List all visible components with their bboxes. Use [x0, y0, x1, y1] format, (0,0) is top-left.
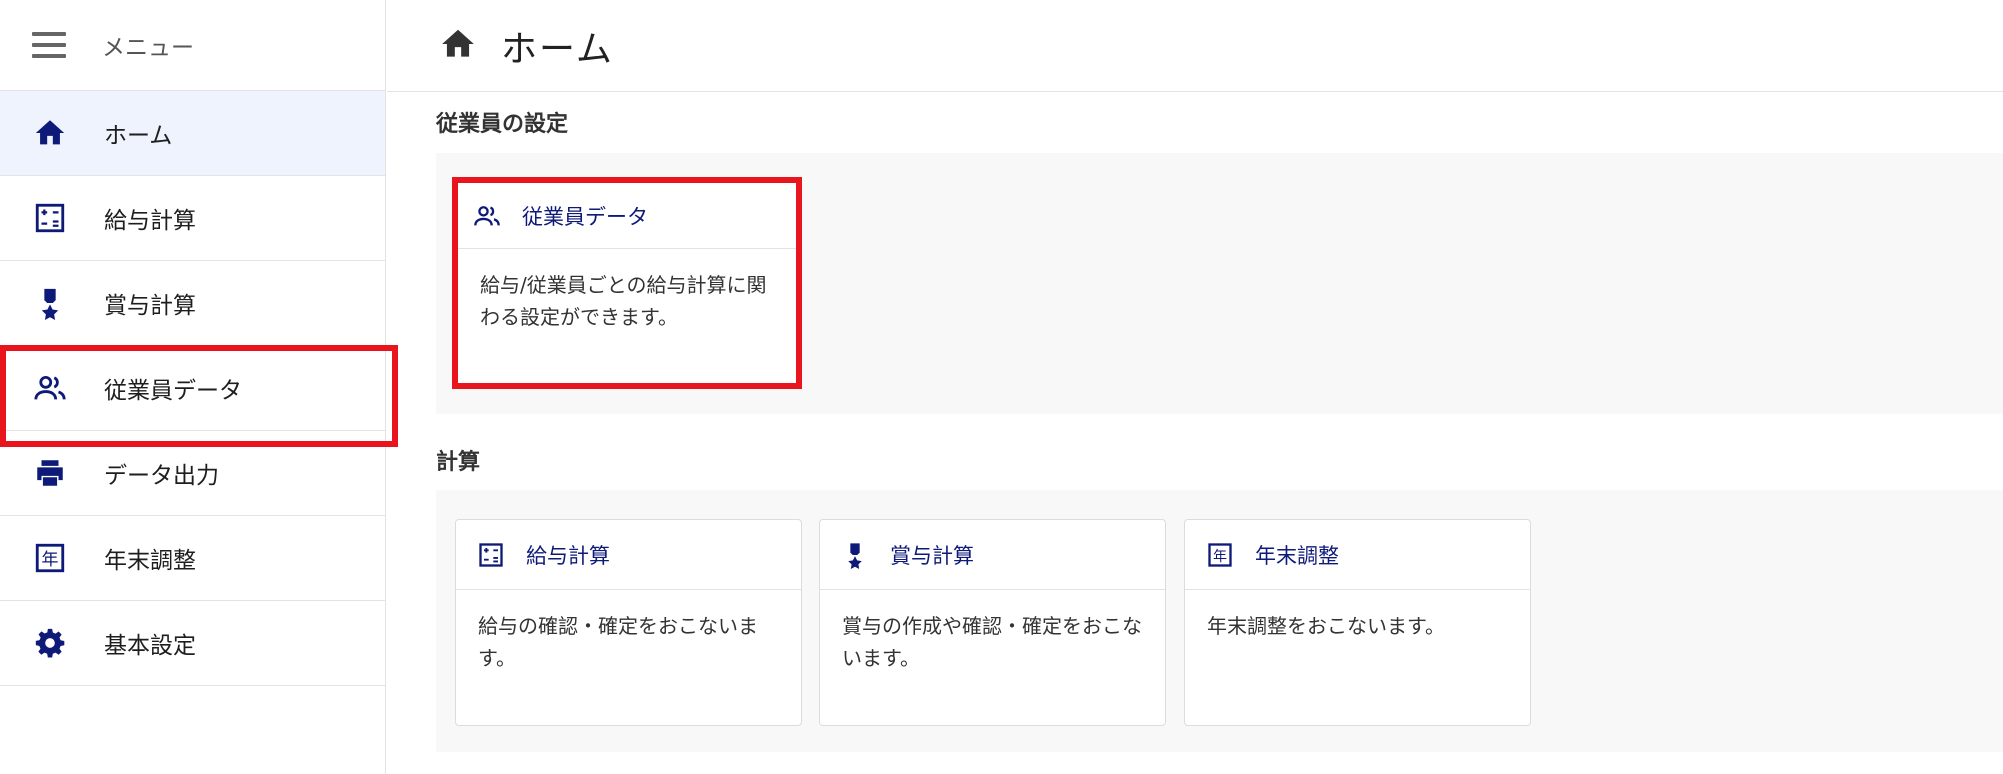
card-description: 給与/従業員ごとの給与計算に関わる設定ができます。: [480, 273, 767, 329]
medal-icon: [840, 540, 870, 570]
sidebar-item-label: データ出力: [104, 463, 219, 489]
people-icon: [472, 201, 502, 231]
card-header: 賞与計算: [820, 520, 1165, 590]
card-header: 従業員データ: [458, 183, 796, 249]
sidebar-item-settings[interactable]: 基本設定: [0, 601, 385, 686]
section-title-employee: 従業員の設定: [436, 112, 569, 137]
card-title: 給与計算: [526, 543, 610, 568]
section-employee: 従業員データ 給与/従業員ごとの給与計算に関わる設定ができます。: [436, 153, 2003, 414]
sidebar-item-label: 賞与計算: [104, 293, 196, 319]
card-description: 給与の確認・確定をおこないます。: [478, 614, 758, 670]
section-title-calc: 計算: [436, 450, 481, 475]
card-title: 従業員データ: [522, 204, 648, 229]
card-title: 年末調整: [1255, 543, 1339, 568]
sidebar-item-label: 基本設定: [104, 633, 196, 659]
menu-header: メニュー: [0, 0, 385, 91]
hamburger-menu-icon[interactable]: [32, 32, 66, 58]
sidebar-item-label: ホーム: [104, 123, 173, 149]
card-year-end[interactable]: 年 年末調整 年末調整をおこないます。: [1184, 519, 1531, 726]
home-icon: [32, 115, 68, 151]
sidebar-item-home[interactable]: ホーム: [0, 91, 385, 176]
card-payroll[interactable]: 給与計算 給与の確認・確定をおこないます。: [455, 519, 802, 726]
year-icon: 年: [1205, 540, 1235, 570]
medal-icon: [32, 285, 68, 321]
page-header: ホーム: [387, 0, 2003, 92]
gear-icon: [32, 625, 68, 661]
year-icon: 年: [32, 540, 68, 576]
section-calc: 給与計算 給与の確認・確定をおこないます。 賞与計算 賞与の作成や確認・確定をお…: [436, 490, 2003, 752]
sidebar: メニュー ホーム 給与計算 賞与計算 従業員データ データ出力 年 年末調整 基…: [0, 0, 398, 774]
people-icon: [32, 370, 68, 406]
card-description: 年末調整をおこないます。: [1207, 614, 1445, 638]
app-root: メニュー ホーム 給与計算 賞与計算 従業員データ データ出力 年 年末調整 基…: [0, 0, 2003, 774]
page-title: ホーム: [501, 28, 614, 70]
sidebar-item-year-end[interactable]: 年 年末調整: [0, 516, 385, 601]
sidebar-item-data-export[interactable]: データ出力: [0, 431, 385, 516]
card-header: 給与計算: [456, 520, 801, 590]
home-icon: [439, 25, 477, 67]
sidebar-item-label: 年末調整: [104, 548, 196, 574]
card-bonus[interactable]: 賞与計算 賞与の作成や確認・確定をおこないます。: [819, 519, 1166, 726]
svg-text:年: 年: [42, 550, 59, 570]
sidebar-item-label: 給与計算: [104, 208, 196, 234]
card-description: 賞与の作成や確認・確定をおこないます。: [842, 614, 1142, 670]
sidebar-item-bonus[interactable]: 賞与計算: [0, 261, 385, 346]
sidebar-item-payroll[interactable]: 給与計算: [0, 176, 385, 261]
calculator-icon: [476, 540, 506, 570]
printer-icon: [32, 455, 68, 491]
card-title: 賞与計算: [890, 543, 974, 568]
calculator-icon: [32, 200, 68, 236]
sidebar-item-employee-data[interactable]: 従業員データ: [0, 345, 398, 447]
card-header: 年 年末調整: [1185, 520, 1530, 590]
sidebar-item-label: 従業員データ: [104, 378, 242, 404]
menu-label: メニュー: [102, 35, 194, 61]
card-employee-data[interactable]: 従業員データ 給与/従業員ごとの給与計算に関わる設定ができます。: [452, 177, 802, 389]
svg-text:年: 年: [1213, 548, 1227, 564]
